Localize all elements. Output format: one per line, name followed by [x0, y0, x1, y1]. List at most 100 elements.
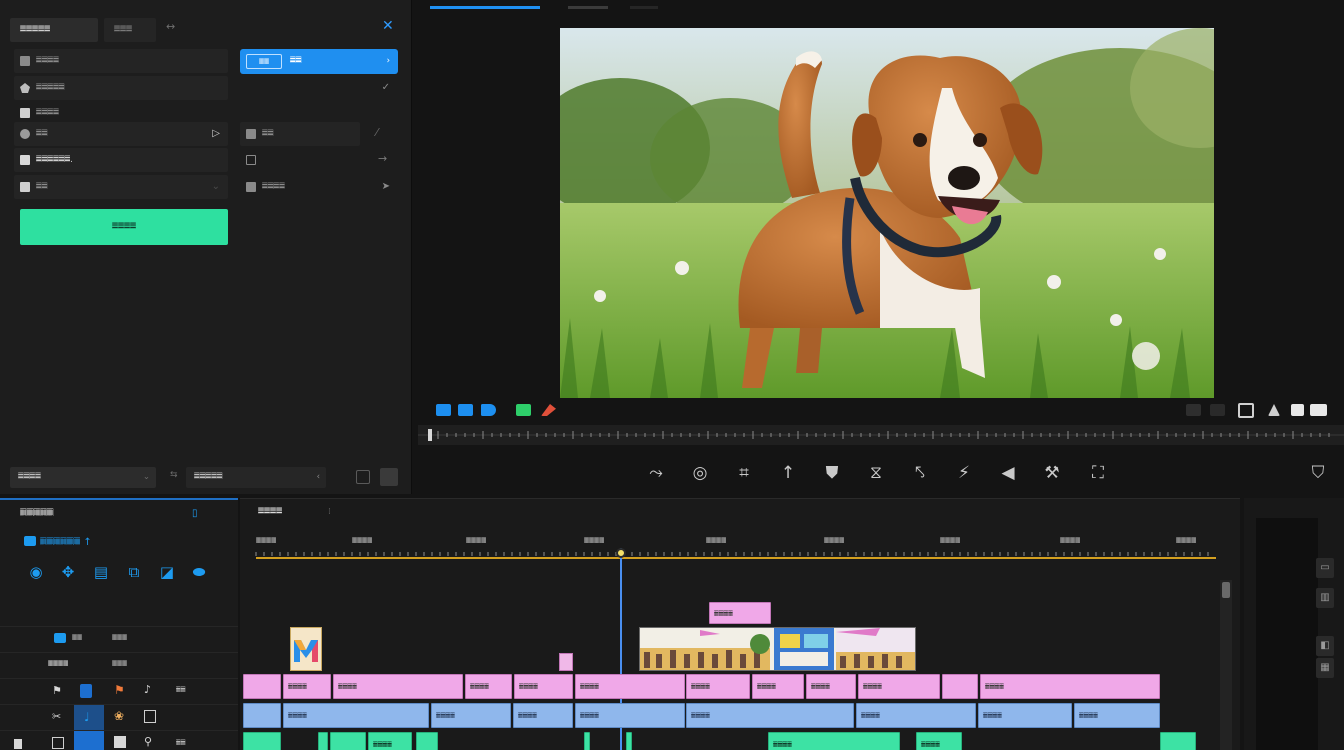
select-tool-icon[interactable]: ⤳: [644, 461, 668, 485]
grid-toggle-icon[interactable]: [516, 404, 531, 416]
meter-settings-icon[interactable]: ▭: [1316, 558, 1334, 578]
track-header-row[interactable]: ✂ ♩ ❀: [0, 704, 238, 731]
property-row-1[interactable]: 𝄜𝄜𝄜𝄜: [14, 49, 228, 73]
arrow-icon[interactable]: ↔: [166, 20, 175, 33]
blue-clip[interactable]: 𝄜𝄜𝄜𝄜: [686, 703, 854, 728]
meter-output-icon[interactable]: ▦: [1316, 658, 1334, 678]
collapse-icon[interactable]: ✕: [382, 18, 394, 34]
up-arrow-icon[interactable]: ↑: [776, 461, 800, 485]
property-row-5[interactable]: 𝄜𝄜𝄜𝄜𝄜𝄜.: [14, 148, 228, 172]
pink-clip[interactable]: 𝄜𝄜𝄜𝄜: [575, 674, 685, 699]
green-clip[interactable]: 𝄜𝄜𝄜𝄜: [368, 732, 412, 750]
blue-clip[interactable]: 𝄜𝄜𝄜𝄜: [513, 703, 573, 728]
green-clip[interactable]: [1160, 732, 1196, 750]
bottom-select-left[interactable]: 𝄜𝄜𝄜𝄜 ⌄: [10, 467, 156, 488]
pink-clip[interactable]: [243, 674, 281, 699]
layout-icon[interactable]: [1186, 404, 1201, 416]
preview-tab-active[interactable]: [430, 6, 540, 9]
meter-mute-icon[interactable]: ▥: [1316, 588, 1334, 608]
meter-solo-icon[interactable]: ◧: [1316, 636, 1334, 656]
logo-clip[interactable]: [290, 627, 322, 671]
color-icon[interactable]: ◉: [26, 562, 46, 582]
property-row-right-1[interactable]: 𝄜𝄜: [240, 122, 360, 146]
crop-tool-icon[interactable]: ⌗: [732, 461, 756, 485]
square-button[interactable]: [380, 468, 398, 486]
shield-icon[interactable]: ⛉: [1306, 461, 1330, 485]
timeline-subtitle[interactable]: 𝄜𝄜𝄜𝄜𝄜𝄜 ↑: [24, 536, 92, 548]
settings-icon[interactable]: [1310, 404, 1327, 416]
generate-button[interactable]: 𝄜𝄜𝄜𝄜: [20, 209, 228, 245]
pink-clip[interactable]: 𝄜𝄜𝄜𝄜: [514, 674, 573, 699]
scroll-thumb[interactable]: [1222, 582, 1230, 598]
preview-tab[interactable]: [630, 6, 658, 9]
property-row-6[interactable]: 𝄜𝄜 ⌄: [14, 175, 228, 199]
vertical-scrollbar[interactable]: [1220, 580, 1232, 750]
track-header-row[interactable]: 𝄜𝄜𝄜𝄜 𝄜𝄜𝄜: [0, 652, 238, 678]
panel-tab-2[interactable]: 𝄜𝄜𝄜: [104, 18, 156, 42]
edit-icon[interactable]: ⁄: [376, 126, 378, 139]
speaker-tool-icon[interactable]: ◀: [996, 461, 1020, 485]
blue-clip[interactable]: 𝄜𝄜𝄜𝄜: [283, 703, 429, 728]
blue-clip[interactable]: 𝄜𝄜𝄜𝄜: [856, 703, 976, 728]
document-icon[interactable]: ▤: [91, 562, 111, 582]
pink-clip[interactable]: 𝄜𝄜𝄜𝄜: [686, 674, 750, 699]
bucket-tool-icon[interactable]: ⛊: [820, 461, 844, 485]
export-tool-icon[interactable]: ⛶: [1086, 461, 1110, 485]
fullscreen-icon[interactable]: [1238, 403, 1254, 418]
pink-clip[interactable]: 𝄜𝄜𝄜𝄜: [752, 674, 804, 699]
preview-video-frame[interactable]: [560, 28, 1214, 398]
label-icon[interactable]: [1291, 404, 1304, 416]
green-clip[interactable]: 𝄜𝄜𝄜𝄜: [916, 732, 962, 750]
dropdown-row[interactable]: ✓: [240, 76, 398, 100]
preview-scrub-bar[interactable]: [418, 425, 1344, 445]
green-clip[interactable]: 𝄜𝄜𝄜𝄜: [768, 732, 900, 750]
property-row-4[interactable]: 𝄜𝄜 ▷: [14, 122, 228, 146]
transition-tool-icon[interactable]: ⧖: [864, 461, 888, 485]
link-icon[interactable]: ⇆: [170, 470, 178, 480]
green-clip[interactable]: [330, 732, 366, 750]
mask-icon[interactable]: [356, 470, 370, 484]
panel-tab-active[interactable]: 𝄜𝄜𝄜𝄜𝄜: [10, 18, 98, 42]
blue-clip[interactable]: 𝄜𝄜𝄜𝄜: [431, 703, 511, 728]
audio-icon[interactable]: [481, 404, 496, 416]
pink-clip[interactable]: 𝄜𝄜𝄜𝄜: [806, 674, 856, 699]
snapshot-icon[interactable]: [1210, 404, 1225, 416]
property-row-2[interactable]: 𝄜𝄜𝄜𝄜𝄜: [14, 76, 228, 100]
cursor-tool-icon[interactable]: ⤣: [908, 461, 932, 485]
move-icon[interactable]: ✥: [58, 562, 78, 582]
green-clip[interactable]: [584, 732, 590, 750]
pink-clip[interactable]: 𝄜𝄜𝄜𝄜: [980, 674, 1160, 699]
track-header-row[interactable]: ⚑ ⚑ ♪ 𝄜𝄜: [0, 678, 238, 704]
pink-clip[interactable]: 𝄜𝄜𝄜𝄜: [333, 674, 463, 699]
green-clip[interactable]: [626, 732, 632, 750]
edit-icon[interactable]: ◪: [157, 562, 177, 582]
bottom-select-right[interactable]: 𝄜𝄜𝄜𝄜𝄜 ‹: [186, 467, 326, 488]
property-row-right-2[interactable]: [240, 148, 360, 172]
safe-area-icon[interactable]: [458, 404, 473, 416]
blue-clip[interactable]: [243, 703, 281, 728]
video-clip-thumbnails[interactable]: [639, 627, 916, 671]
preview-tab[interactable]: [568, 6, 608, 9]
info-icon[interactable]: ▯: [192, 508, 198, 519]
small-clip[interactable]: [559, 653, 573, 671]
pink-clip[interactable]: 𝄜𝄜𝄜𝄜: [858, 674, 940, 699]
cloud-icon[interactable]: ⬬: [189, 562, 209, 582]
blue-clip[interactable]: 𝄜𝄜𝄜𝄜: [575, 703, 685, 728]
chat-icon[interactable]: ⧉: [124, 562, 144, 582]
rotate-tool-icon[interactable]: ◎: [688, 461, 712, 485]
green-clip[interactable]: [243, 732, 281, 750]
pink-clip[interactable]: 𝄜𝄜𝄜𝄜: [465, 674, 512, 699]
fit-icon[interactable]: [436, 404, 451, 416]
wand-tool-icon[interactable]: ⚒: [1040, 461, 1064, 485]
pink-clip[interactable]: [942, 674, 978, 699]
effects-tool-icon[interactable]: ⚡: [952, 461, 976, 485]
green-clip[interactable]: [318, 732, 328, 750]
green-clip[interactable]: [416, 732, 438, 750]
blue-clip[interactable]: 𝄜𝄜𝄜𝄜: [978, 703, 1072, 728]
playhead-handle[interactable]: [616, 548, 626, 558]
pink-clip[interactable]: 𝄜𝄜𝄜𝄜: [283, 674, 331, 699]
arrow-right-icon[interactable]: →: [378, 152, 387, 165]
apply-preset-button[interactable]: 𝄜𝄜 𝄜𝄜 ›: [240, 49, 398, 74]
text-clip[interactable]: 𝄜𝄜𝄜𝄜: [709, 602, 771, 624]
track-header-row[interactable]: ⚲ 𝄜𝄜: [0, 730, 238, 750]
